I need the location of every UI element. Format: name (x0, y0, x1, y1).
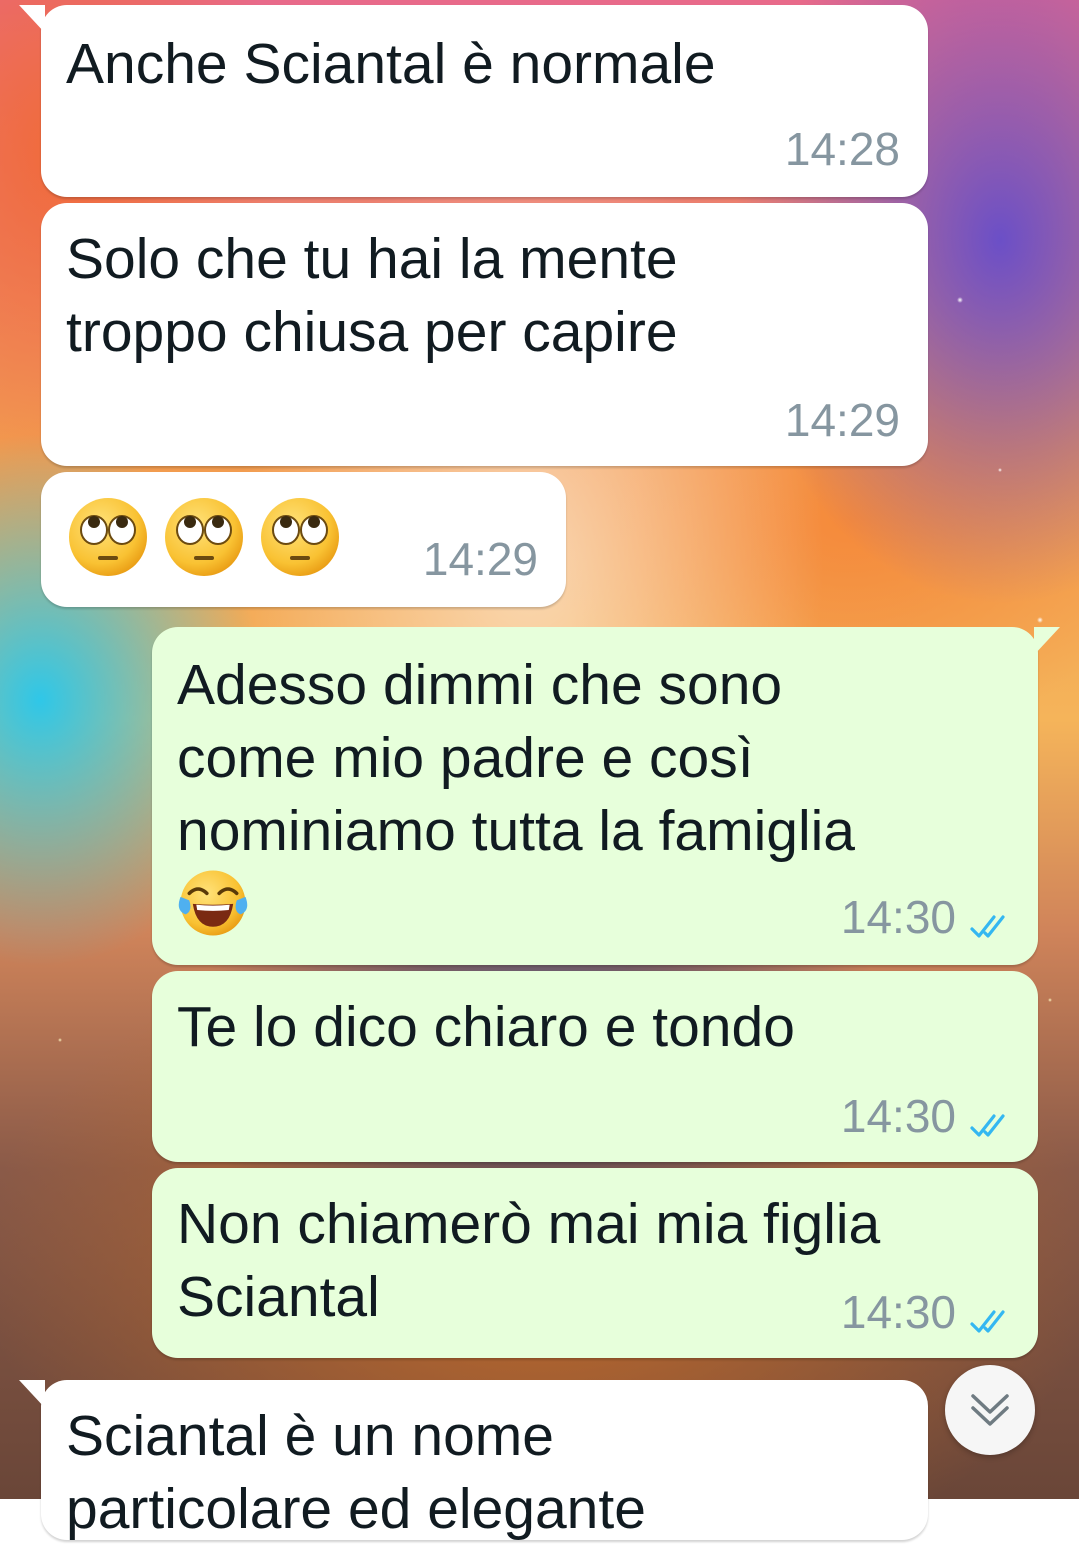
incoming-message[interactable]: Sciantal è un nome particolare ed elegan… (19, 1380, 928, 1541)
read-ticks-icon (970, 915, 1005, 938)
outgoing-message[interactable]: Adesso dimmi che sono come mio padre e c… (152, 627, 1060, 965)
incoming-message[interactable]: Anche Sciantal è normale 14:28 (19, 5, 928, 197)
outgoing-message[interactable]: Te lo dico chiaro e tondo 14:30 (152, 971, 1038, 1162)
incoming-message[interactable]: Solo che tu hai la mente troppo chiusa p… (41, 203, 928, 466)
double-chevron-down-icon (971, 1394, 1009, 1426)
message-text: Anche Sciantal è normale (66, 32, 716, 96)
message-time: 14:30 (840, 1090, 956, 1142)
face-with-rolling-eyes-icon (165, 498, 243, 576)
read-ticks-icon (970, 1310, 1005, 1333)
face-with-tears-of-joy-icon (178, 870, 248, 936)
read-ticks-icon (970, 1114, 1005, 1137)
message-time: 14:30 (840, 1286, 956, 1338)
message-time: 14:28 (784, 123, 900, 175)
emoji-row (67, 496, 341, 578)
message-text: Solo che tu hai la mente troppo chiusa p… (66, 227, 678, 364)
incoming-message[interactable]: 14:29 (41, 472, 566, 607)
message-text: Te lo dico chiaro e tondo (177, 995, 795, 1059)
message-time: 14:29 (784, 394, 900, 446)
face-with-rolling-eyes-icon (261, 498, 339, 576)
message-time: 14:29 (422, 533, 538, 585)
message-text: Sciantal è un nome particolare ed elegan… (66, 1404, 646, 1541)
message-time: 14:30 (840, 891, 956, 943)
outgoing-message[interactable]: Non chiamerò mai mia figlia Sciantal 14:… (152, 1168, 1038, 1358)
message-text: Adesso dimmi che sono come mio padre e c… (177, 653, 855, 863)
face-with-rolling-eyes-icon (69, 498, 147, 576)
scroll-to-bottom-button[interactable] (945, 1365, 1035, 1455)
